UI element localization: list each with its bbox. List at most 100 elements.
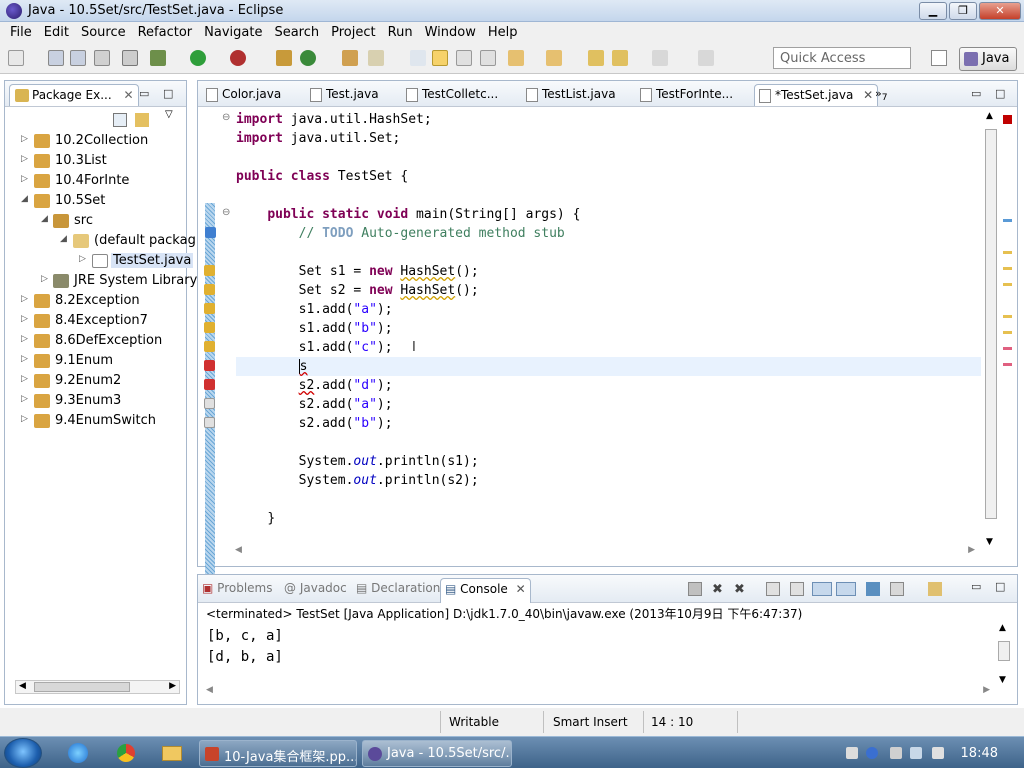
code-area[interactable]: import java.util.HashSet; import java.ut… — [236, 110, 981, 528]
tab-testforinte-java[interactable]: TestForInte... — [636, 84, 737, 106]
tree-item[interactable]: ▷ 9.3Enum3 — [5, 391, 186, 411]
task-marker-icon[interactable] — [205, 227, 216, 238]
network-icon[interactable] — [910, 747, 922, 759]
open-perspective-icon[interactable] — [931, 50, 947, 66]
tree-item[interactable]: ▷ 8.6DefException — [5, 331, 186, 351]
next-annotation-icon[interactable] — [410, 50, 426, 66]
console-vertical-scrollbar[interactable]: ▲ ▼ — [996, 623, 1012, 685]
expand-arrow-icon[interactable]: ▷ — [21, 294, 28, 304]
expand-arrow-icon[interactable]: ▷ — [21, 374, 28, 384]
scroll-thumb[interactable] — [998, 641, 1010, 661]
scroll-left-icon[interactable]: ◀ — [235, 545, 242, 555]
warning-marker-icon[interactable] — [204, 303, 215, 314]
start-button[interactable] — [4, 738, 42, 768]
tree-item[interactable]: ◢ src — [5, 211, 186, 231]
link-with-editor-icon[interactable] — [135, 113, 149, 127]
error-marker-icon[interactable] — [204, 379, 215, 390]
task-powerpoint[interactable]: 10-Java集合框架.pp... — [199, 740, 357, 767]
collapse-arrow-icon[interactable]: ◢ — [21, 194, 28, 204]
open-console-icon[interactable] — [928, 582, 942, 596]
fold-toggle-icon[interactable]: ⊖ — [222, 112, 230, 123]
scroll-right-icon[interactable]: ▶ — [983, 685, 990, 695]
tree-item[interactable]: ▷ 9.2Enum2 — [5, 371, 186, 391]
collapse-arrow-icon[interactable]: ◢ — [60, 234, 67, 244]
menu-run[interactable]: Run — [382, 25, 419, 40]
tree-item[interactable]: ▷ 10.4ForInte — [5, 171, 186, 191]
scroll-right-icon[interactable]: ▶ — [968, 545, 975, 555]
show-on-stdout-icon[interactable] — [812, 582, 832, 596]
new-java-project-icon[interactable] — [276, 50, 292, 66]
expand-arrow-icon[interactable]: ▷ — [21, 134, 28, 144]
keyboard-icon[interactable] — [846, 747, 858, 759]
info-marker-icon[interactable] — [204, 398, 215, 409]
maximize-view-icon[interactable]: □ — [995, 580, 1005, 593]
tree-item[interactable]: ◢ 10.5Set — [5, 191, 186, 211]
debug-icon[interactable] — [150, 50, 166, 66]
volume-icon[interactable] — [932, 747, 944, 759]
run-icon[interactable] — [190, 50, 206, 66]
tab-package-explorer[interactable]: Package Ex... ✕ — [9, 84, 139, 106]
tree-item[interactable]: ◢ (default packag — [5, 231, 196, 251]
tab-color-java[interactable]: Color.java — [202, 84, 285, 106]
expand-arrow-icon[interactable]: ▷ — [21, 154, 28, 164]
java-perspective-button[interactable]: Java — [959, 47, 1017, 71]
print-icon[interactable] — [94, 50, 110, 66]
view-menu-icon[interactable]: ▽ — [165, 109, 173, 120]
back-icon[interactable] — [612, 50, 628, 66]
mark-occurrences-icon[interactable] — [432, 50, 448, 66]
editor-vertical-scrollbar[interactable]: ▲ ▼ — [983, 107, 999, 547]
tab-testlist-java[interactable]: TestList.java — [522, 84, 620, 106]
minimize-view-icon[interactable]: ▭ — [139, 87, 149, 100]
save-icon[interactable] — [48, 50, 64, 66]
minimize-button[interactable]: ▁ — [919, 2, 947, 20]
tab-testset-java[interactable]: *TestSet.java ✕ — [754, 84, 879, 106]
scroll-up-icon[interactable]: ▲ — [986, 111, 993, 121]
internet-explorer-icon[interactable] — [64, 740, 92, 766]
show-whitespace-icon[interactable] — [480, 50, 496, 66]
menu-edit[interactable]: Edit — [38, 25, 75, 40]
save-all-icon[interactable] — [70, 50, 86, 66]
expand-arrow-icon[interactable]: ▷ — [21, 414, 28, 424]
clock[interactable]: 18:48 — [961, 746, 998, 761]
expand-arrow-icon[interactable]: ▷ — [21, 314, 28, 324]
file-explorer-icon[interactable] — [158, 740, 186, 766]
maximize-button[interactable]: ❐ — [949, 2, 977, 20]
tree-item[interactable]: ▷ 10.3List — [5, 151, 186, 171]
console-horizontal-scrollbar[interactable]: ◀ ▶ — [204, 685, 994, 699]
tree-item[interactable]: ▷ 9.4EnumSwitch — [5, 411, 186, 431]
warning-overview-mark[interactable] — [1003, 315, 1012, 318]
expand-arrow-icon[interactable]: ▷ — [21, 334, 28, 344]
info-marker-icon[interactable] — [204, 417, 215, 428]
next-annotation-down-icon[interactable] — [508, 50, 524, 66]
tab-test-java[interactable]: Test.java — [306, 84, 383, 106]
last-edit-location-icon[interactable] — [588, 50, 604, 66]
external-tools-icon[interactable] — [230, 50, 246, 66]
clear-console-icon[interactable] — [766, 582, 780, 596]
minimize-view-icon[interactable]: ▭ — [971, 580, 981, 593]
fold-toggle-icon[interactable]: ⊖ — [222, 207, 230, 218]
more-tabs-button[interactable]: »7 — [875, 87, 888, 103]
scroll-up-icon[interactable]: ▲ — [999, 623, 1006, 633]
expand-arrow-icon[interactable]: ▷ — [79, 254, 86, 264]
task-overview-mark[interactable] — [1003, 219, 1012, 222]
maximize-editor-icon[interactable]: □ — [995, 87, 1005, 100]
chrome-icon[interactable] — [112, 740, 140, 766]
warning-marker-icon[interactable] — [204, 265, 215, 276]
tree-item[interactable]: ▷ TestSet.java — [5, 251, 194, 271]
close-button[interactable]: ✕ — [979, 2, 1021, 20]
menu-window[interactable]: Window — [419, 25, 482, 40]
scroll-left-icon[interactable]: ◀ — [19, 681, 26, 691]
scroll-left-icon[interactable]: ◀ — [206, 685, 213, 695]
new-icon[interactable] — [8, 50, 24, 66]
tab-console[interactable]: ▤ Console ✕ — [440, 578, 531, 603]
warning-marker-icon[interactable] — [204, 284, 215, 295]
remove-all-terminated-icon[interactable]: ✖ — [734, 582, 748, 597]
show-on-stderr-icon[interactable] — [836, 582, 856, 596]
scroll-right-icon[interactable]: ▶ — [169, 681, 176, 691]
minimize-editor-icon[interactable]: ▭ — [971, 87, 981, 100]
editor-horizontal-scrollbar[interactable]: ◀ ▶ — [233, 545, 979, 559]
expand-arrow-icon[interactable]: ▷ — [21, 354, 28, 364]
tree-item[interactable]: ▷ 10.2Collection — [5, 131, 186, 151]
block-selection-icon[interactable] — [456, 50, 472, 66]
console-output[interactable]: [b, c, a] [d, b, a] — [207, 626, 283, 668]
